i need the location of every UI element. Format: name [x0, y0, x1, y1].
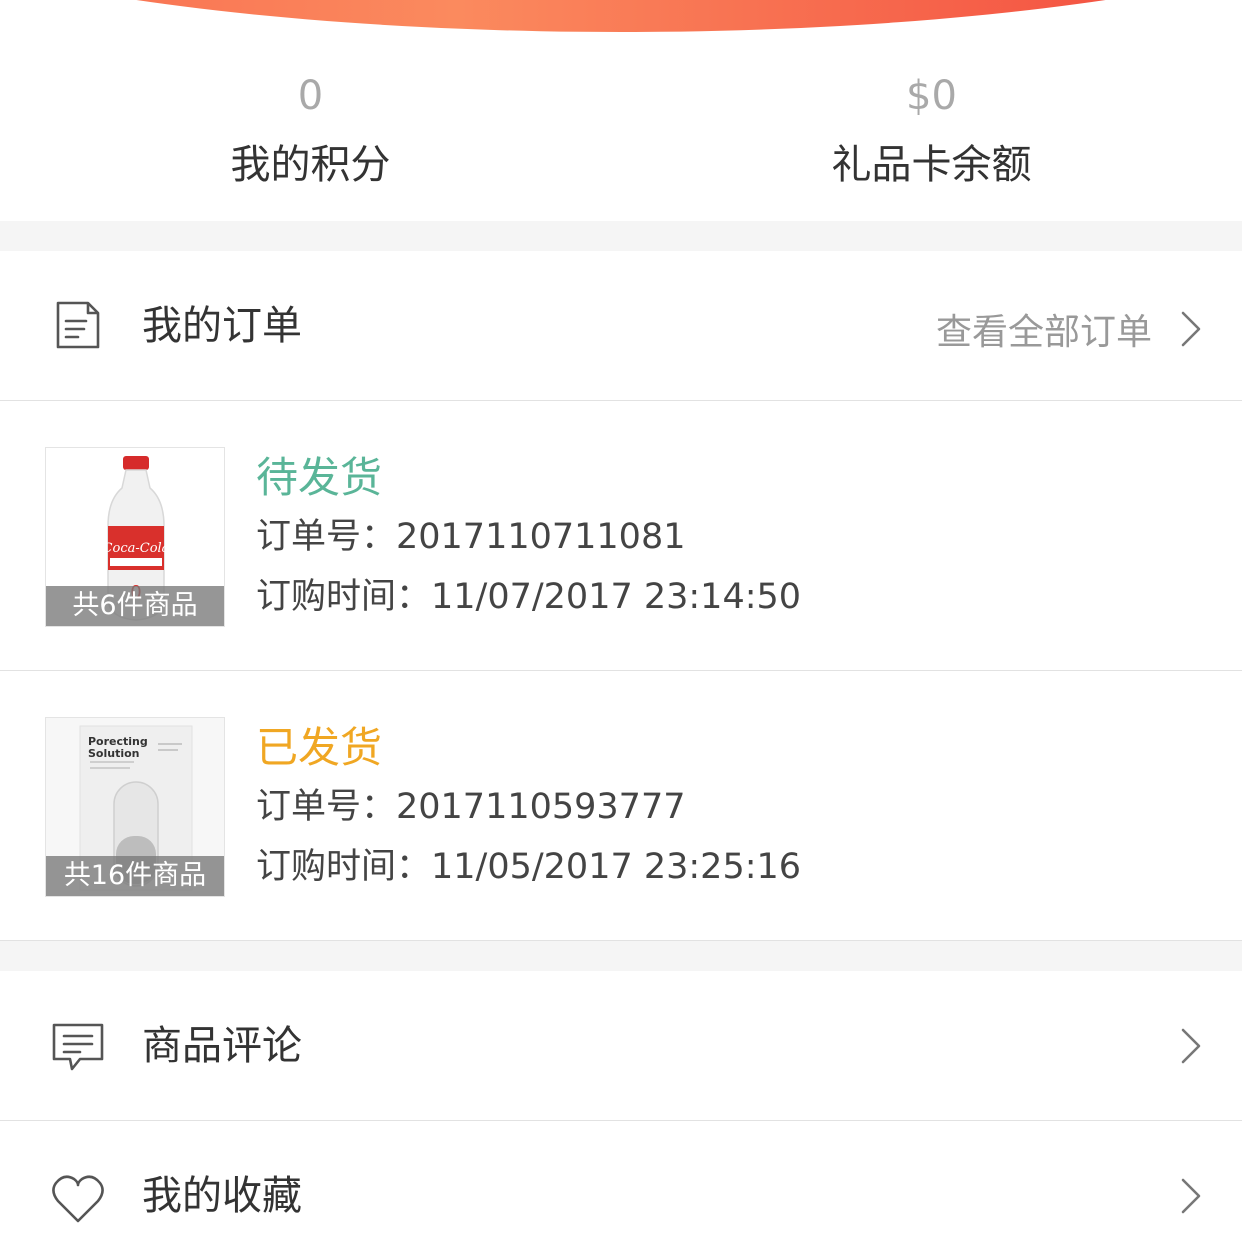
header-gradient-arc [0, 0, 1242, 34]
product-thumbnail: Porecting Solution 共16件商品 [45, 717, 225, 897]
item-count-badge: 共16件商品 [46, 856, 224, 896]
document-icon [56, 301, 100, 349]
product-thumbnail: Coca-Cola 0 共6件商品 [45, 447, 225, 627]
menu-item-label: 商品评论 [142, 1023, 302, 1069]
comment-icon [52, 1023, 104, 1071]
menu-item-reviews[interactable]: 商品评论 [0, 971, 1242, 1120]
menu-item-arrow [1180, 1027, 1202, 1065]
my-orders-title: 我的订单 [142, 303, 302, 349]
heart-icon [52, 1175, 104, 1223]
view-all-orders-label: 查看全部订单 [935, 312, 1152, 353]
chevron-right-icon [1181, 1028, 1201, 1064]
points-label: 我的积分 [230, 142, 391, 188]
order-status: 待发货 [256, 453, 383, 502]
menu-item-arrow [1180, 1177, 1202, 1215]
gift-card-value: $0 [906, 73, 957, 119]
view-all-orders-link[interactable]: 查看全部订单 [936, 303, 1202, 355]
order-card[interactable]: Porecting Solution 共16件商品 已发货 订单号：201711… [0, 671, 1242, 941]
section-gap [0, 221, 1242, 251]
chevron-right-icon [1181, 311, 1201, 347]
points-value: 0 [297, 73, 324, 119]
order-card[interactable]: Coca-Cola 0 共6件商品 待发货 订单号：2017110711081 … [0, 401, 1242, 671]
gift-card-stat[interactable]: $0 礼品卡余额 [621, 34, 1242, 221]
order-number: 订单号：2017110711081 [256, 517, 686, 557]
order-number: 订单号：2017110593777 [256, 787, 686, 827]
section-gap [0, 941, 1242, 971]
mask-brand-text: Porecting Solution [88, 735, 148, 760]
chevron-right-icon [1181, 1178, 1201, 1214]
order-status: 已发货 [256, 723, 383, 772]
menu-item-label: 我的收藏 [142, 1173, 302, 1219]
points-stat[interactable]: 0 我的积分 [0, 34, 621, 221]
order-time: 订购时间：11/05/2017 23:25:16 [256, 847, 802, 887]
menu-item-favorites[interactable]: 我的收藏 [0, 1121, 1242, 1242]
svg-text:Coca-Cola: Coca-Cola [103, 541, 170, 556]
item-count-badge: 共6件商品 [46, 586, 224, 626]
my-orders-row[interactable]: 我的订单 查看全部订单 [0, 251, 1242, 400]
gift-card-label: 礼品卡余额 [831, 142, 1032, 188]
order-time: 订购时间：11/07/2017 23:14:50 [256, 577, 802, 617]
stats-panel: 0 我的积分 $0 礼品卡余额 [0, 34, 1242, 221]
